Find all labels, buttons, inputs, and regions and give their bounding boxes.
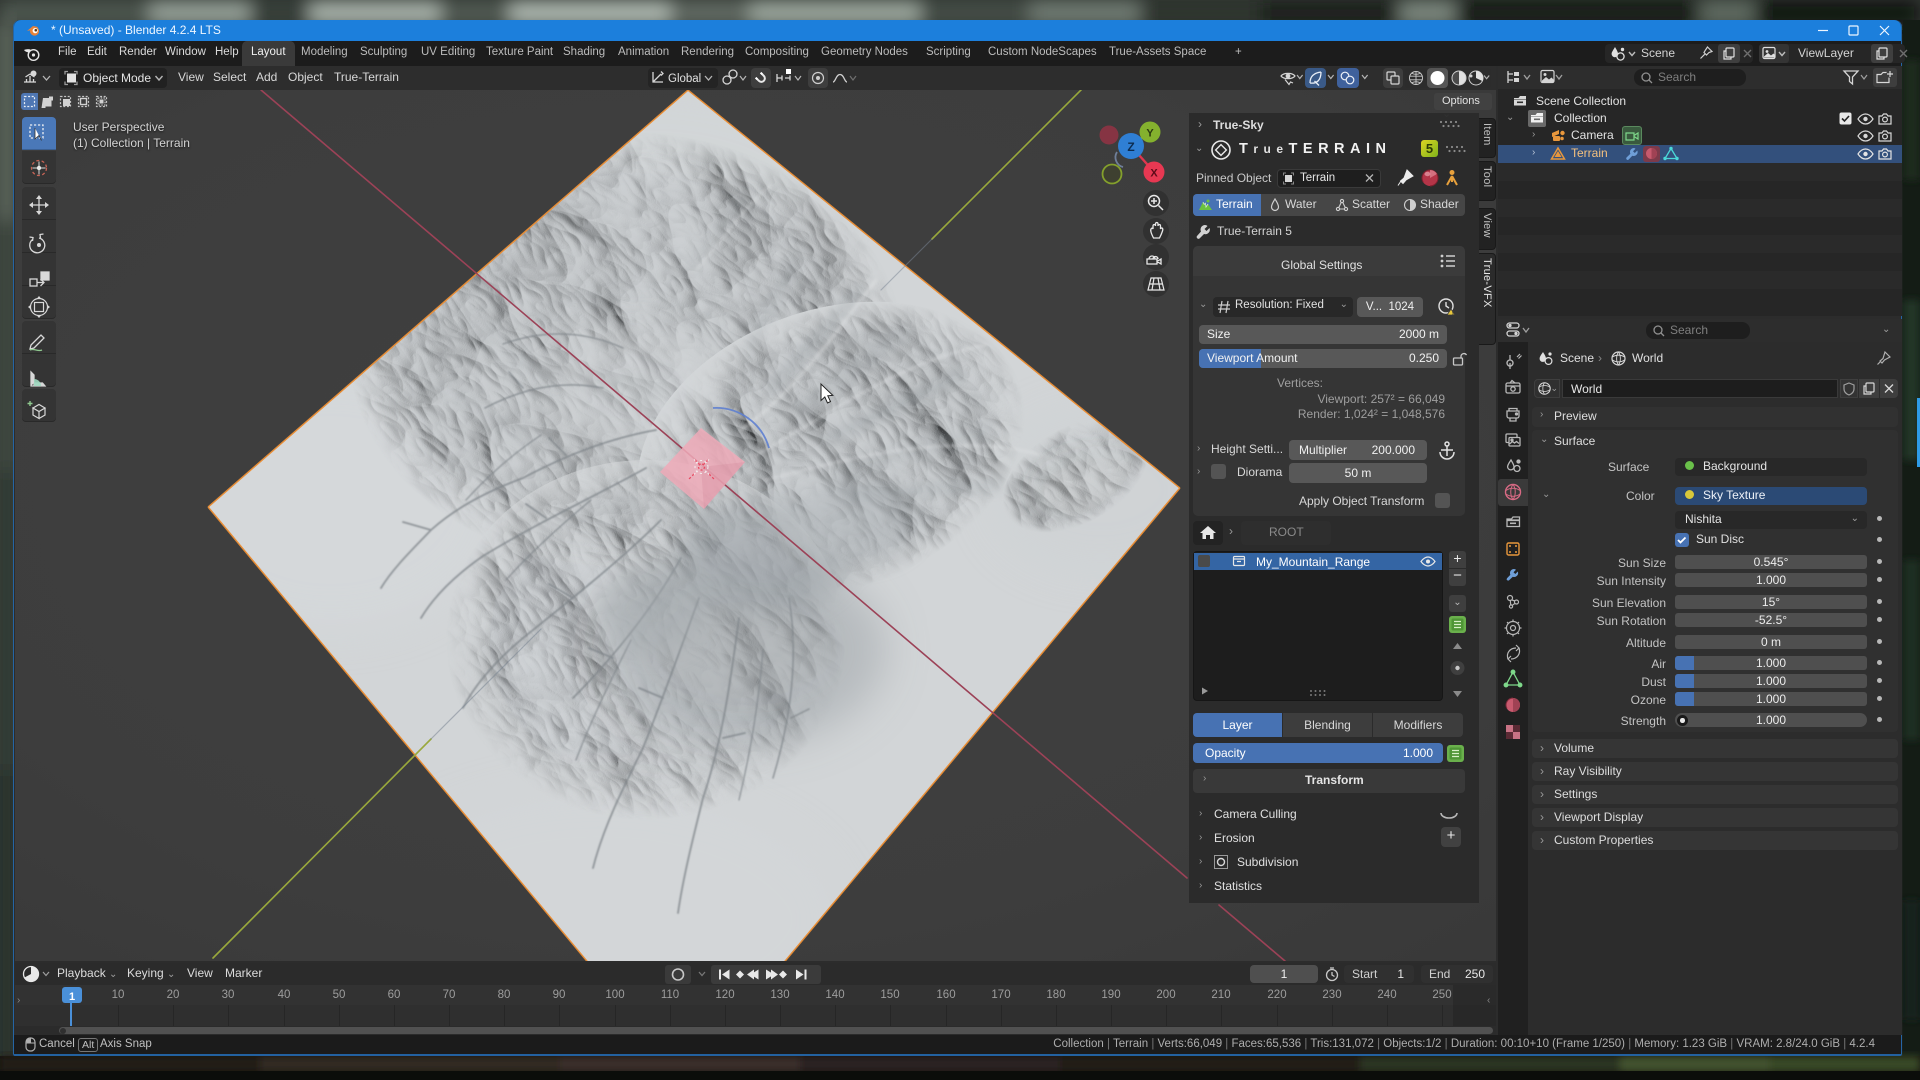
svg-text:Y: Y [1146, 128, 1154, 140]
svg-text:Global: Global [668, 73, 701, 85]
svg-text:X: X [1150, 168, 1158, 180]
svg-text:Z: Z [1127, 140, 1134, 154]
